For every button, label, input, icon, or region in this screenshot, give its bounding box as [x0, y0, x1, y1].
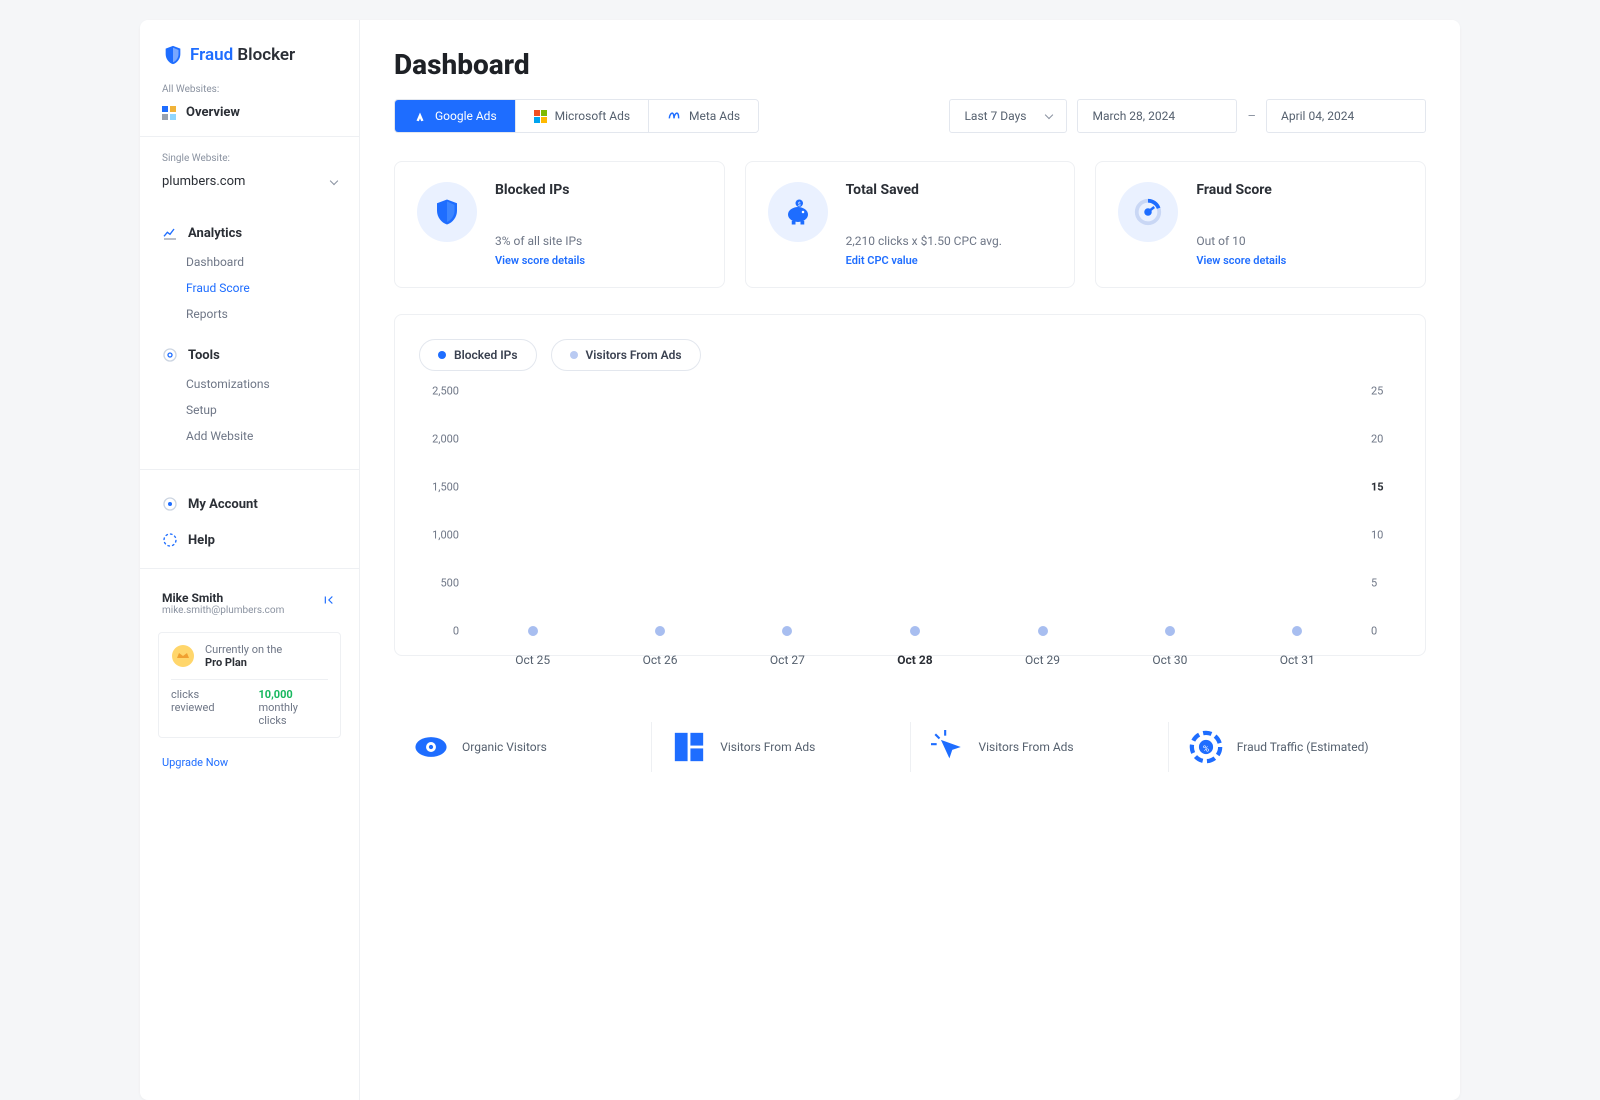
date-controls: Last 7 Days March 28, 2024 – April 04, 2… [949, 99, 1426, 133]
cursor-icon [931, 730, 965, 764]
user-name: Mike Smith [162, 591, 337, 605]
x-label: Oct 26 [643, 653, 678, 667]
chart-card: Blocked IPs Visitors From Ads 2,500 2,00… [394, 314, 1426, 656]
bottom-stats-row: Organic Visitors Visitors From Ads Visit… [394, 712, 1426, 782]
chevron-down-icon [1045, 111, 1053, 119]
crown-icon [171, 644, 195, 668]
shield-icon [162, 44, 184, 66]
eye-icon [414, 730, 448, 764]
user-block: Mike Smith mike.smith@plumbers.com [140, 579, 359, 620]
chart-point [1038, 626, 1048, 636]
nav-help[interactable]: Help [140, 522, 359, 558]
nav-tools-header: Tools [140, 339, 359, 371]
monthly-clicks: 10,000monthly clicks [258, 688, 328, 727]
nav-tools: Tools Customizations Setup Add Website [140, 333, 359, 455]
tab-google-ads[interactable]: Google Ads [395, 100, 516, 132]
main: Dashboard Google Ads Microsoft Ads Meta … [360, 20, 1460, 1100]
view-score-details-link[interactable]: View score details [1196, 254, 1403, 267]
card-fraud-score: Fraud Score Out of 10 View score details [1095, 161, 1426, 288]
x-label: Oct 30 [1152, 653, 1187, 667]
grid-icon [672, 730, 706, 764]
svg-text:%: % [1203, 744, 1209, 754]
chart-line-icon [162, 225, 178, 241]
tab-meta-ads[interactable]: Meta Ads [649, 100, 758, 132]
nav-analytics-header: Analytics [140, 217, 359, 249]
stat-organic-visitors: Organic Visitors [394, 722, 652, 772]
clicks-reviewed-label: clicks reviewed [171, 688, 244, 727]
view-score-details-link[interactable]: View score details [495, 254, 702, 267]
gauge-icon [1133, 197, 1163, 227]
nav-add-website[interactable]: Add Website [140, 423, 359, 449]
chart-point [528, 626, 538, 636]
nav-analytics: Analytics Dashboard Fraud Score Reports [140, 211, 359, 333]
brand-logo: Fraud Blocker [140, 44, 359, 84]
meta-icon [667, 109, 681, 123]
gear-icon [162, 347, 178, 363]
svg-text:$: $ [798, 201, 801, 208]
all-websites-label: All Websites: [140, 84, 359, 99]
bell-icon [162, 496, 178, 512]
date-end[interactable]: April 04, 2024 [1266, 99, 1426, 133]
x-label: Oct 25 [515, 653, 550, 667]
shield-icon [432, 197, 462, 227]
collapse-icon[interactable] [323, 593, 337, 611]
card-total-saved: $ Total Saved 2,210 clicks x $1.50 CPC a… [745, 161, 1076, 288]
stat-fraud-traffic: % Fraud Traffic (Estimated) [1169, 722, 1426, 772]
legend-chip-blocked[interactable]: Blocked IPs [419, 339, 537, 371]
single-website-label: Single Website: [140, 153, 359, 168]
plan-card: Currently on the Pro Plan clicks reviewe… [158, 632, 341, 738]
legend-chip-visitors[interactable]: Visitors From Ads [551, 339, 701, 371]
x-label: Oct 29 [1025, 653, 1060, 667]
x-label: Oct 31 [1280, 653, 1315, 667]
ad-network-tabs: Google Ads Microsoft Ads Meta Ads [394, 99, 759, 133]
stat-visitors-ads-2: Visitors From Ads [911, 722, 1169, 772]
nav-my-account[interactable]: My Account [140, 486, 359, 522]
nav-reports[interactable]: Reports [140, 301, 359, 327]
chart-area: 2,500 2,000 1,500 1,000 500 0 25 20 15 1… [469, 391, 1361, 631]
upgrade-link[interactable]: Upgrade Now [162, 756, 337, 769]
date-separator: – [1247, 109, 1256, 124]
grid-icon [162, 106, 176, 120]
microsoft-icon [534, 110, 547, 123]
x-label: Oct 28 [897, 653, 932, 667]
piggy-bank-icon: $ [783, 197, 813, 227]
page-title: Dashboard [394, 48, 1426, 81]
tab-microsoft-ads[interactable]: Microsoft Ads [516, 100, 649, 132]
chart-point [910, 626, 920, 636]
stat-visitors-ads-1: Visitors From Ads [652, 722, 910, 772]
sidebar-overview[interactable]: Overview [140, 99, 359, 136]
user-email: mike.smith@plumbers.com [162, 605, 337, 616]
card-blocked-ips: Blocked IPs 3% of all site IPs View scor… [394, 161, 725, 288]
chart-point [655, 626, 665, 636]
chart-point [1165, 626, 1175, 636]
google-ads-icon [413, 109, 427, 123]
date-preset-select[interactable]: Last 7 Days [949, 99, 1067, 133]
target-icon: % [1189, 730, 1223, 764]
edit-cpc-link[interactable]: Edit CPC value [846, 254, 1053, 267]
nav-dashboard[interactable]: Dashboard [140, 249, 359, 275]
date-start[interactable]: March 28, 2024 [1077, 99, 1237, 133]
chart-point [1292, 626, 1302, 636]
x-label: Oct 27 [770, 653, 805, 667]
chart-point [782, 626, 792, 636]
site-selector[interactable]: plumbers.com [162, 168, 337, 195]
chevron-down-icon [330, 176, 338, 184]
nav-setup[interactable]: Setup [140, 397, 359, 423]
nav-fraud-score[interactable]: Fraud Score [140, 275, 359, 301]
sidebar: Fraud Blocker All Websites: Overview Sin… [140, 20, 360, 1100]
nav-customizations[interactable]: Customizations [140, 371, 359, 397]
help-icon [162, 532, 178, 548]
